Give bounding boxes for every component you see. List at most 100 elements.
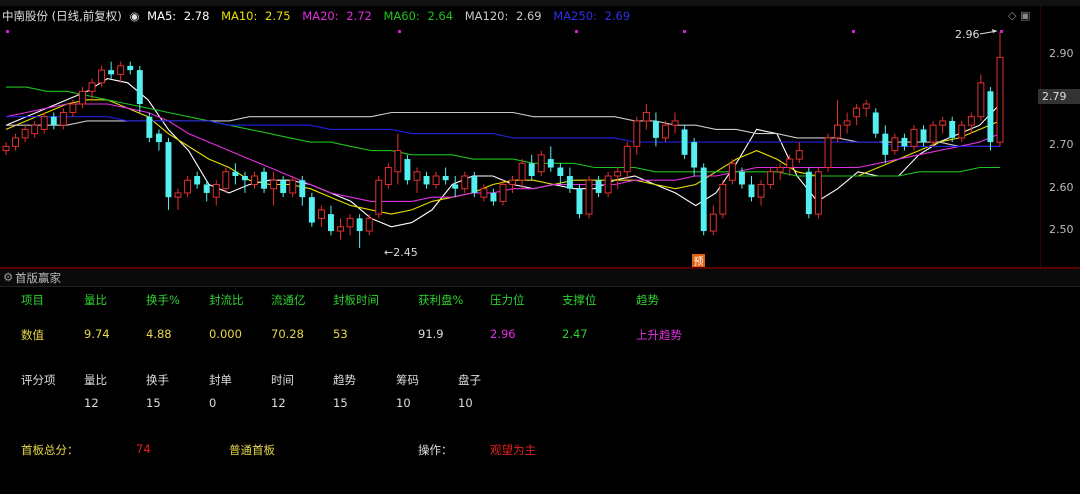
candle-body bbox=[585, 179, 593, 215]
value-support: 2.47 bbox=[562, 327, 588, 341]
high-price-label: 2.96 bbox=[955, 28, 980, 41]
score-header-trend: 趋势 bbox=[333, 373, 356, 387]
candle-body bbox=[967, 116, 975, 126]
candle-body bbox=[127, 65, 134, 71]
kline-chart[interactable]: 2.96 ←2.45 预 bbox=[0, 6, 1040, 268]
header-seal-time: 封板时间 bbox=[333, 293, 379, 307]
candle-body bbox=[184, 179, 192, 194]
candle-body bbox=[404, 159, 411, 181]
candle-body bbox=[452, 184, 459, 189]
candle-body bbox=[21, 128, 29, 139]
candle-body bbox=[528, 163, 535, 176]
stock-title[interactable]: 中南股份 (日线,前复权) bbox=[2, 9, 122, 23]
score-size: 10 bbox=[458, 396, 473, 410]
score-volume-ratio: 12 bbox=[84, 396, 99, 410]
value-turnover: 4.88 bbox=[146, 327, 172, 341]
value-profit-ratio: 91.9 bbox=[418, 327, 444, 341]
candle-body bbox=[776, 167, 784, 173]
candle-body bbox=[203, 184, 210, 193]
operation-label: 操作： bbox=[418, 443, 453, 457]
candle-body bbox=[327, 214, 334, 232]
candle-body bbox=[69, 103, 77, 113]
score-header-turnover: 换手 bbox=[146, 373, 169, 387]
candle-body bbox=[872, 112, 879, 134]
candle-body bbox=[174, 192, 182, 198]
header-item: 项目 bbox=[21, 293, 44, 307]
value-resistance: 2.96 bbox=[490, 327, 516, 341]
candle-body bbox=[2, 145, 10, 152]
signal-dot bbox=[6, 30, 9, 33]
value-float-cap: 70.28 bbox=[271, 327, 304, 341]
candle-body bbox=[432, 175, 440, 185]
header-profit-ratio: 获利盘% bbox=[418, 293, 464, 307]
score-label: 评分项 bbox=[21, 373, 56, 387]
candle-body bbox=[786, 158, 794, 169]
candle-body bbox=[394, 150, 402, 173]
candle-body bbox=[939, 120, 947, 126]
score-header-volume-ratio: 量比 bbox=[84, 373, 107, 387]
candle-body bbox=[537, 154, 545, 173]
candle-body bbox=[824, 137, 832, 169]
candle-body bbox=[691, 142, 698, 168]
price-axis: 2.90 2.70 2.60 2.50 bbox=[1040, 6, 1080, 268]
eye-icon[interactable]: ◉ bbox=[129, 9, 139, 23]
board-type: 普通首板 bbox=[229, 443, 275, 457]
candle-body bbox=[834, 124, 841, 139]
ma-line-ma250 bbox=[6, 116, 1000, 147]
header-float-cap: 流通亿 bbox=[271, 293, 306, 307]
candle-body bbox=[88, 82, 96, 92]
candle-body bbox=[958, 124, 966, 139]
value-seal-ratio: 0.000 bbox=[209, 327, 242, 341]
value-volume-ratio: 9.74 bbox=[84, 327, 110, 341]
candle-body bbox=[241, 176, 248, 181]
candle-body bbox=[795, 150, 803, 160]
candle-body bbox=[929, 124, 937, 143]
candle-body bbox=[289, 179, 297, 194]
diamond-icon[interactable]: ◇ bbox=[1008, 9, 1016, 22]
ma20-label: MA20: 2.72 bbox=[302, 9, 372, 23]
candle-body bbox=[270, 179, 278, 190]
signal-dot bbox=[683, 30, 686, 33]
candle-body bbox=[232, 171, 239, 176]
score-header-time: 时间 bbox=[271, 373, 294, 387]
score-seal: 0 bbox=[209, 396, 217, 410]
signal-dot bbox=[398, 30, 401, 33]
kline-svg[interactable]: 2.96←2.45预 bbox=[0, 6, 1040, 268]
candle-body bbox=[461, 175, 469, 190]
candle-body bbox=[566, 176, 573, 189]
signal-dot bbox=[575, 30, 578, 33]
candle-body bbox=[194, 176, 201, 185]
candle-body bbox=[681, 129, 688, 155]
score-header-size: 盘子 bbox=[458, 373, 481, 387]
candle-body bbox=[652, 120, 659, 138]
score-turnover: 15 bbox=[146, 396, 161, 410]
candle-body bbox=[442, 176, 449, 181]
candle-body bbox=[251, 175, 258, 185]
candle-body bbox=[547, 159, 554, 168]
candle-body bbox=[280, 180, 287, 193]
candle-body bbox=[212, 183, 220, 198]
candle-body bbox=[261, 171, 268, 189]
header-seal-ratio: 封流比 bbox=[209, 293, 244, 307]
header-support: 支撑位 bbox=[562, 293, 597, 307]
candle-body bbox=[40, 116, 48, 130]
panel-title[interactable]: 首版赢家 bbox=[15, 270, 61, 286]
candle-body bbox=[805, 171, 812, 215]
operation-value: 观望为主 bbox=[490, 443, 536, 457]
score-header-chips: 筹码 bbox=[396, 373, 419, 387]
candle-body bbox=[518, 162, 526, 181]
candle-body bbox=[853, 107, 861, 118]
candle-body bbox=[891, 137, 899, 152]
candle-body bbox=[814, 171, 822, 215]
candle-body bbox=[490, 192, 497, 202]
ma-line-ma120 bbox=[6, 111, 1000, 147]
score-trend: 15 bbox=[333, 396, 348, 410]
candle-body bbox=[700, 167, 707, 232]
settings-gear-icon[interactable]: ⚙ bbox=[3, 270, 13, 284]
candle-body bbox=[108, 70, 115, 75]
candle-body bbox=[117, 65, 125, 75]
candle-body bbox=[604, 175, 612, 194]
candle-body bbox=[480, 188, 488, 198]
window-icon[interactable]: ▣ bbox=[1020, 9, 1030, 22]
candle-body bbox=[977, 82, 985, 118]
